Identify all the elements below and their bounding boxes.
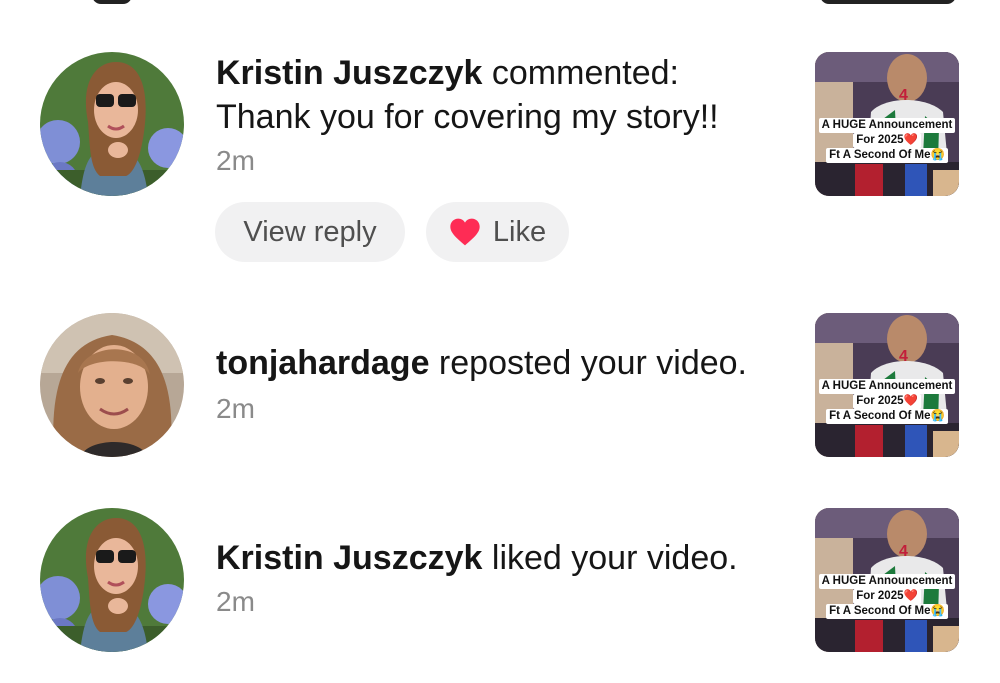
timestamp: 2m — [216, 145, 255, 176]
notification-text: Kristin Juszczyk liked your video. 2m — [216, 536, 786, 624]
video-thumbnail[interactable]: 4 A HUGE Announcement For 2025❤️ Ft A Se… — [815, 313, 959, 457]
avatar[interactable] — [40, 52, 184, 196]
caption-line-1: A HUGE Announcement — [818, 379, 956, 394]
username[interactable]: Kristin Juszczyk — [216, 539, 482, 577]
caption-line-3: Ft A Second Of Me😭 — [826, 409, 948, 424]
timestamp: 2m — [216, 586, 255, 617]
video-thumbnail[interactable]: 4 A HUGE Announcement For 2025❤️ Ft A Se… — [815, 52, 959, 196]
username[interactable]: tonjahardage — [216, 344, 429, 382]
view-reply-button[interactable]: View reply — [215, 202, 405, 262]
timestamp: 2m — [216, 393, 255, 424]
like-label: Like — [492, 215, 547, 248]
action-text: reposted your video. — [429, 344, 748, 382]
caption-line-3: Ft A Second Of Me😭 — [826, 148, 948, 163]
heart-icon — [450, 218, 480, 246]
thumbnail-caption: A HUGE Announcement For 2025❤️ Ft A Seco… — [815, 118, 959, 163]
caption-line-2: For 2025❤️ — [853, 589, 921, 604]
like-button[interactable]: Like — [426, 202, 569, 262]
caption-line-2: For 2025❤️ — [853, 394, 921, 409]
notification-text: Kristin Juszczyk commented: Thank you fo… — [216, 51, 786, 183]
svg-text:4: 4 — [899, 348, 908, 365]
comment-text: Thank you for covering my story!! — [216, 98, 719, 136]
notification-text: tonjahardage reposted your video. 2m — [216, 341, 786, 431]
previous-item-edge — [92, 0, 132, 4]
action-text: commented: — [482, 54, 679, 92]
caption-line-1: A HUGE Announcement — [818, 574, 956, 589]
username[interactable]: Kristin Juszczyk — [216, 54, 482, 92]
video-thumbnail[interactable]: 4 A HUGE Announcement For 2025❤️ Ft A Se… — [815, 508, 959, 652]
svg-text:4: 4 — [899, 543, 908, 560]
thumbnail-caption: A HUGE Announcement For 2025❤️ Ft A Seco… — [815, 574, 959, 619]
caption-line-1: A HUGE Announcement — [818, 118, 956, 133]
avatar[interactable] — [40, 508, 184, 652]
thumbnail-caption: A HUGE Announcement For 2025❤️ Ft A Seco… — [815, 379, 959, 424]
avatar[interactable] — [40, 313, 184, 457]
caption-line-2: For 2025❤️ — [853, 133, 921, 148]
svg-text:4: 4 — [899, 87, 908, 104]
previous-thumbnail-edge — [820, 0, 956, 4]
view-reply-label: View reply — [243, 215, 377, 248]
caption-line-3: Ft A Second Of Me😭 — [826, 604, 948, 619]
action-text: liked your video. — [482, 539, 738, 577]
